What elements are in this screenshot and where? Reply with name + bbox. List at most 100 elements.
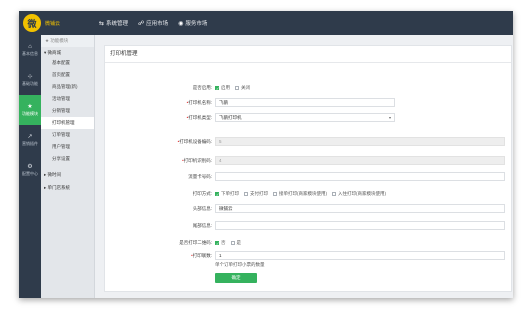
checkbox-empty-icon: [332, 191, 336, 196]
leftbar-item-marketing-plugins[interactable]: ↗ 营销插件: [19, 125, 41, 155]
field-label: 是否打印二维码:: [179, 240, 212, 245]
subnav-item-distribution[interactable]: 分销管理: [41, 105, 94, 117]
leftbar-label: 功能模块: [22, 110, 38, 116]
printer-type-select[interactable]: 飞鹅打印机 ▾: [215, 113, 395, 122]
field-label: 头部信息:: [192, 206, 212, 211]
left-icon-bar: ⌂ 基本信息 ⊹ 基础功能 ★ 功能模块 ↗ 营销插件 ⚙ 配置中心: [19, 35, 41, 298]
field-label: 尾部信息:: [192, 223, 212, 228]
subnav-item-home-config[interactable]: 首页配置: [41, 69, 94, 81]
field-print-mode: 打印方式: ✓ 下单打印 支付打印 接单打印(商家模块使用) 入住打印(商家模块使…: [105, 189, 511, 199]
brand-logo-icon[interactable]: 微: [23, 14, 41, 32]
nav-system-label: 系统管理: [106, 21, 129, 27]
nav-app-market[interactable]: ☍ 应用市场: [138, 19, 169, 28]
app-window: 微 微铺云 ⇆ 系统管理 ☍ 应用市场 ◉ 服务市场 ⌂ 基本信息 ⊹ 基础功能: [19, 11, 513, 298]
copies-hint: 单个订单打印小票的数量: [215, 262, 265, 267]
field-enabled: 是否启用: ✓ 启用 关闭: [105, 83, 511, 93]
footer-info-input[interactable]: [215, 221, 505, 230]
header-info-input[interactable]: 微铺云: [215, 204, 505, 213]
nav-service-market-label: 服务市场: [185, 21, 208, 27]
share-icon: ⇆: [99, 20, 105, 27]
field-printer-type: •打印机类型: 飞鹅打印机 ▾: [105, 113, 511, 123]
option-label: 接单打印(商家模块使用): [279, 190, 327, 196]
checkbox-empty-icon: [244, 191, 248, 196]
field-label-text: 打印机识别码:: [183, 158, 212, 163]
field-copies: •打印联数: 1: [105, 251, 511, 261]
subnav-group-store[interactable]: ▸ 单门店系统: [41, 182, 94, 192]
nav-service-market[interactable]: ◉ 服务市场: [178, 19, 208, 28]
mode-order-checkbox[interactable]: ✓ 下单打印: [215, 191, 239, 197]
leftbar-item-basic-info[interactable]: ⌂ 基本信息: [19, 35, 41, 65]
brand-name: 微铺云: [45, 21, 61, 27]
star-icon: ★: [27, 103, 33, 110]
device-id-input[interactable]: 5: [215, 137, 505, 146]
leftbar-item-function-modules[interactable]: ★ 功能模块: [19, 95, 41, 125]
nav-system[interactable]: ⇆ 系统管理: [99, 19, 129, 28]
chart-icon: ↗: [27, 133, 33, 140]
field-label: •打印机类型:: [186, 115, 212, 120]
field-device-id: •打印机设备编码: 5: [105, 137, 511, 147]
subnav-item-users[interactable]: 用户管理: [41, 141, 94, 153]
sitemap-icon: ⊹: [27, 73, 33, 80]
subnav-group-time[interactable]: ▸ 微时间: [41, 169, 94, 179]
checkbox-empty-icon: [235, 85, 239, 90]
checkbox-empty-icon: [273, 191, 277, 196]
page-title: 打印机管理: [105, 46, 511, 63]
leftbar-item-basic-functions[interactable]: ⊹ 基础功能: [19, 65, 41, 95]
qrcode-no-checkbox[interactable]: ✓ 否: [215, 240, 226, 246]
subnav-item-basic-config[interactable]: 基本配置: [41, 57, 94, 69]
field-label: •打印机设备编码:: [177, 139, 212, 144]
subnav-item-goods[interactable]: 商品管理(新): [41, 81, 94, 93]
chevron-down-icon: ▾: [388, 115, 391, 120]
subnav-favorites[interactable]: ★ 功能模块: [41, 35, 94, 47]
checkbox-checked-icon: ✓: [215, 240, 220, 246]
gear-icon: ⚙: [27, 163, 33, 170]
subnav-group-mall[interactable]: ▾ 微商城: [41, 47, 94, 57]
sim-number-input[interactable]: [215, 172, 505, 181]
top-nav: ⇆ 系统管理 ☍ 应用市场 ◉ 服务市场: [99, 19, 208, 28]
option-label: 入住打印(商家模块使用): [338, 190, 386, 196]
sub-navigation: ★ 功能模块 ▾ 微商城 基本配置 首页配置 商品管理(新) 活动管理 分销管理…: [41, 35, 95, 298]
option-label: 否: [221, 239, 226, 245]
option-label: 下单打印: [221, 190, 239, 196]
printer-form-panel: 打印机管理 是否启用: ✓ 启用 关闭 •打印机名称: 飞鹅 •打印机类型: 飞鹅…: [104, 45, 512, 292]
field-device-key: •打印机识别码: 4: [105, 156, 511, 166]
enabled-on-checkbox[interactable]: ✓ 启用: [215, 85, 230, 91]
field-header-info: 头部信息: 微铺云: [105, 204, 511, 214]
option-label: 关闭: [241, 84, 250, 90]
qrcode-yes-checkbox[interactable]: 是: [230, 240, 241, 246]
globe-icon: ◉: [178, 20, 184, 27]
mode-checkin-checkbox[interactable]: 入住打印(商家模块使用): [332, 191, 386, 197]
field-label-text: 打印机设备编码:: [179, 139, 212, 144]
subnav-item-orders[interactable]: 订单管理: [41, 129, 94, 141]
submit-button[interactable]: 确定: [215, 273, 257, 283]
copies-input[interactable]: 1: [215, 251, 505, 260]
mode-accept-checkbox[interactable]: 接单打印(商家模块使用): [273, 191, 327, 197]
leftbar-item-config-center[interactable]: ⚙ 配置中心: [19, 155, 41, 185]
field-sim-number: 流量卡号码:: [105, 172, 511, 182]
subnav-item-activities[interactable]: 活动管理: [41, 93, 94, 105]
field-label-text: 打印联数:: [192, 253, 212, 258]
field-label-text: 打印机类型:: [188, 115, 212, 120]
field-label: 流量卡号码:: [188, 174, 212, 179]
leftbar-label: 营销插件: [22, 140, 38, 146]
checkbox-empty-icon: [230, 240, 235, 245]
field-label: •打印机名称:: [186, 100, 212, 105]
leftbar-label: 基本信息: [22, 50, 38, 56]
home-icon: ⌂: [28, 43, 32, 50]
nav-app-market-label: 应用市场: [146, 21, 169, 27]
field-label: 是否启用:: [192, 85, 212, 90]
printer-name-input[interactable]: 飞鹅: [215, 98, 395, 107]
checkbox-checked-icon: ✓: [215, 85, 220, 91]
device-key-input[interactable]: 4: [215, 156, 505, 165]
checkbox-checked-icon: ✓: [215, 191, 220, 197]
subnav-item-share[interactable]: 分享设置: [41, 153, 94, 165]
subnav-item-printer[interactable]: 打印机管理: [41, 117, 94, 129]
field-label: 打印方式:: [192, 191, 212, 196]
field-label: •打印联数:: [191, 253, 212, 258]
field-label-text: 打印机名称:: [188, 100, 212, 105]
field-footer-info: 尾部信息:: [105, 221, 511, 231]
enabled-off-checkbox[interactable]: 关闭: [235, 85, 250, 91]
mode-pay-checkbox[interactable]: 支付打印: [244, 191, 268, 197]
leftbar-label: 配置中心: [22, 170, 38, 176]
option-label: 启用: [221, 84, 230, 90]
